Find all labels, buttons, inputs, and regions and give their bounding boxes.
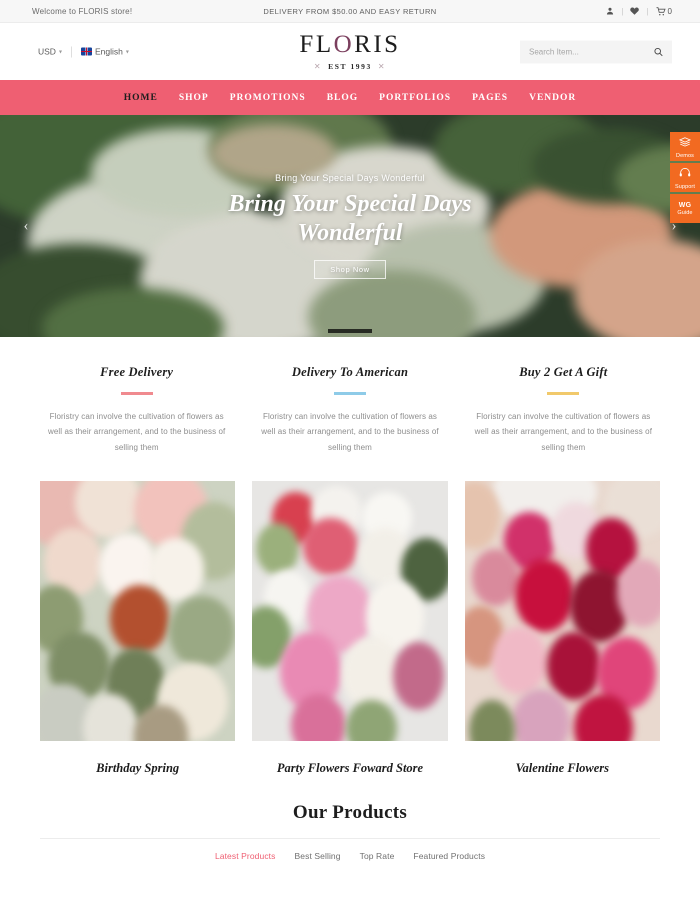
- uk-flag-icon: [80, 47, 92, 56]
- chevron-left-icon: ‹: [23, 217, 29, 234]
- guide-label: Guide: [677, 209, 693, 216]
- feature-title: Free Delivery: [100, 365, 174, 379]
- ornament-right-icon: ✕: [377, 62, 387, 71]
- category-image: [40, 481, 236, 742]
- tab-featured-products[interactable]: Featured Products: [413, 851, 485, 861]
- chevron-down-icon: ▾: [58, 49, 62, 55]
- main-navigation: HOME SHOP PROMOTIONS BLOG PORTFOLIOS PAG…: [0, 80, 700, 115]
- ornament-left-icon: ✕: [313, 62, 323, 71]
- site-header: USD ▾ English ▾ FLORIS ✕ EST 1993 ✕: [0, 23, 700, 80]
- page-root: Welcome to FLORIS store! DELIVERY FROM $…: [0, 0, 700, 900]
- cart-button[interactable]: 0: [656, 7, 672, 16]
- category-caption: Birthday Spring: [96, 761, 180, 776]
- carousel-pagination[interactable]: [328, 329, 372, 333]
- products-heading: Our Products: [292, 802, 408, 824]
- category-card-party-flowers[interactable]: Party Flowers Foward Store: [252, 481, 448, 776]
- category-image: [464, 481, 660, 742]
- wg-logo-icon: WG: [678, 201, 692, 209]
- nav-item-shop[interactable]: SHOP: [179, 93, 209, 103]
- search-box[interactable]: [520, 40, 672, 63]
- category-card-birthday-spring[interactable]: Birthday Spring: [40, 481, 236, 776]
- user-icon[interactable]: [606, 7, 614, 15]
- nav-item-blog[interactable]: BLOG: [327, 93, 358, 103]
- currency-label: USD: [38, 46, 56, 57]
- category-caption: Valentine Flowers: [515, 761, 610, 776]
- feature-free-delivery: Free Delivery Floristry can involve the …: [30, 365, 243, 455]
- chevron-down-icon: ▾: [125, 49, 129, 55]
- features-section: Free Delivery Floristry can involve the …: [0, 337, 700, 480]
- category-card-valentine-flowers[interactable]: Valentine Flowers: [464, 481, 660, 776]
- feature-divider: [120, 392, 153, 395]
- heart-icon[interactable]: [630, 7, 640, 15]
- hero-carousel: Bring Your Special Days Wonderful Bring …: [0, 115, 700, 337]
- cart-item-count: 0: [667, 6, 672, 16]
- floating-side-toolbar: Demos Support WG Guide: [670, 132, 700, 223]
- delivery-notice: DELIVERY FROM $50.00 AND EASY RETURN: [263, 6, 437, 16]
- feature-description: Floristry can involve the cultivation of…: [474, 411, 653, 452]
- feature-divider: [333, 392, 366, 395]
- welcome-message: Welcome to FLORIS store!: [32, 6, 133, 16]
- feature-title: Buy 2 Get A Gift: [519, 365, 608, 379]
- tab-latest-products[interactable]: Latest Products: [215, 851, 276, 861]
- logo-tagline: ✕ EST 1993 ✕: [299, 62, 400, 71]
- support-button[interactable]: Support: [670, 163, 700, 192]
- products-divider: [40, 838, 660, 840]
- search-input[interactable]: [529, 47, 654, 56]
- support-label: Support: [675, 184, 695, 190]
- logo-text-o: O: [333, 31, 355, 58]
- category-caption: Party Flowers Foward Store: [276, 761, 424, 776]
- layers-icon: [678, 134, 692, 152]
- category-cards: Birthday Spring Party Flowers Foward Sto…: [0, 479, 700, 776]
- divider: |: [621, 6, 624, 16]
- shop-now-button[interactable]: Shop Now: [314, 259, 386, 279]
- tab-top-rate[interactable]: Top Rate: [360, 851, 395, 861]
- hero-title: Bring Your Special Days Wonderful: [228, 191, 472, 246]
- category-image: [252, 481, 448, 742]
- tab-best-selling[interactable]: Best Selling: [295, 851, 341, 861]
- feature-description: Floristry can involve the cultivation of…: [47, 411, 226, 452]
- feature-description: Floristry can involve the cultivation of…: [261, 411, 439, 452]
- demos-label: Demos: [676, 153, 694, 159]
- nav-item-pages[interactable]: PAGES: [472, 93, 508, 103]
- language-selector[interactable]: English ▾: [80, 46, 129, 57]
- logo-tagline-text: EST 1993: [328, 62, 372, 71]
- demos-button[interactable]: Demos: [670, 132, 700, 161]
- top-announcement-bar: Welcome to FLORIS store! DELIVERY FROM $…: [0, 0, 700, 23]
- logo-text-pre: FL: [299, 31, 334, 58]
- divider: |: [646, 6, 649, 16]
- nav-item-promotions[interactable]: PROMOTIONS: [230, 93, 306, 103]
- hero-kicker: Bring Your Special Days Wonderful: [275, 173, 425, 184]
- feature-delivery-to-american: Delivery To American Floristry can invol…: [243, 365, 456, 455]
- topbar-utility-links: | | 0: [606, 7, 672, 16]
- carousel-prev-button[interactable]: ‹: [17, 213, 35, 239]
- product-filter-tabs: Latest Products Best Selling Top Rate Fe…: [0, 851, 700, 861]
- guide-button[interactable]: WG Guide: [670, 194, 700, 223]
- feature-title: Delivery To American: [291, 365, 409, 379]
- logo-wordmark: FLORIS: [299, 32, 400, 57]
- currency-selector[interactable]: USD ▾: [38, 47, 62, 57]
- nav-item-home[interactable]: HOME: [124, 93, 158, 103]
- nav-item-vendor[interactable]: VENDOR: [529, 93, 576, 103]
- logo-text-post: RIS: [354, 31, 401, 58]
- search-icon: [654, 44, 663, 59]
- nav-item-portfolios[interactable]: PORTFOLIOS: [379, 93, 451, 103]
- feature-buy-2-get-a-gift: Buy 2 Get A Gift Floristry can involve t…: [457, 365, 670, 455]
- feature-divider: [547, 392, 580, 395]
- locale-selectors: USD ▾ English ▾: [38, 46, 129, 57]
- search-submit-button[interactable]: [654, 44, 663, 59]
- hero-content: Bring Your Special Days Wonderful Bring …: [0, 115, 700, 337]
- divider: [70, 46, 72, 57]
- our-products-section: Our Products Latest Products Best Sellin…: [0, 776, 700, 861]
- language-label: English: [94, 46, 123, 57]
- headset-icon: [679, 165, 691, 183]
- site-logo[interactable]: FLORIS ✕ EST 1993 ✕: [299, 32, 400, 71]
